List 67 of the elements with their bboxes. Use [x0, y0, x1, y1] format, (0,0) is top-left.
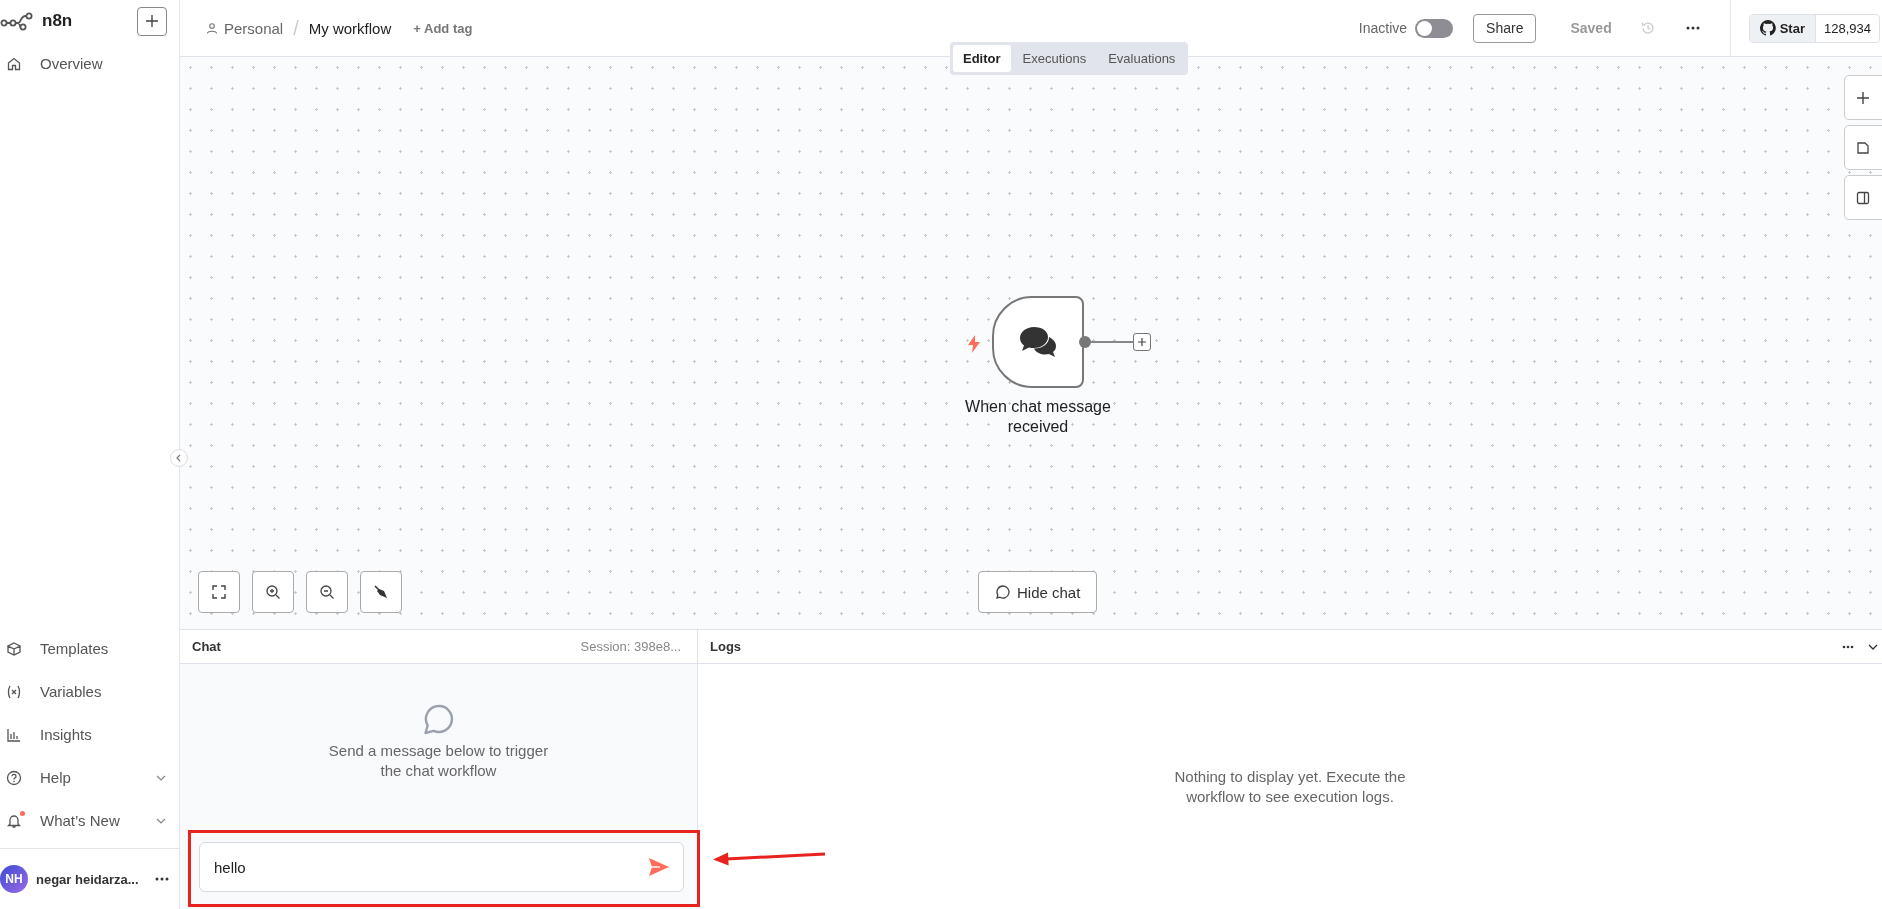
- view-tab[interactable]: Evaluations: [1098, 45, 1186, 72]
- zoom-in-button[interactable]: [252, 571, 294, 613]
- panel-title: Chat: [192, 639, 221, 654]
- workflow-name[interactable]: My workflow: [308, 19, 392, 37]
- bell-icon: [6, 812, 22, 829]
- node-label: When chat message received: [964, 397, 1112, 437]
- empty-logs-message: Nothing to display yet. Execute the workflow to see execution logs.: [1173, 766, 1407, 807]
- nav-item[interactable]: Insights: [0, 713, 179, 756]
- logo-icon: [0, 11, 34, 31]
- workflow-node[interactable]: [992, 296, 1084, 388]
- help-icon: [6, 769, 22, 786]
- hide-chat-button[interactable]: Hide chat: [978, 571, 1098, 613]
- connector-line: [1091, 341, 1133, 343]
- nav-item[interactable]: Help: [0, 756, 179, 799]
- more-icon[interactable]: [1842, 644, 1854, 649]
- chat-bubble-icon: [995, 584, 1011, 600]
- lightning-icon: [967, 335, 981, 353]
- send-icon[interactable]: [648, 857, 670, 877]
- zoom-out-icon: [319, 584, 335, 600]
- view-tab[interactable]: Executions: [1012, 45, 1097, 72]
- add-connection-button[interactable]: [1133, 333, 1151, 351]
- add-button[interactable]: [137, 6, 167, 36]
- add-tag-link[interactable]: + Add tag: [413, 20, 473, 36]
- chat-bubbles-icon: [1018, 325, 1058, 359]
- project-link[interactable]: Personal: [224, 19, 284, 37]
- github-icon: [1759, 20, 1776, 36]
- user-icon: [206, 22, 218, 34]
- logo-text: n8n: [42, 11, 74, 31]
- view-tab[interactable]: Editor: [953, 45, 1011, 72]
- message-input[interactable]: hello: [199, 842, 684, 892]
- nav-item[interactable]: What’s New: [0, 799, 179, 842]
- bar-chart-icon: [6, 726, 22, 743]
- fit-view-icon: [211, 584, 227, 600]
- star-count: 128,934: [1823, 19, 1872, 38]
- plus-icon: [1856, 90, 1870, 105]
- home-icon: [6, 55, 22, 72]
- github-star-button[interactable]: Star: [1749, 14, 1816, 42]
- nav-item[interactable]: Variables: [0, 670, 179, 713]
- box-icon: [6, 640, 22, 657]
- sticky-note-button[interactable]: [1844, 125, 1882, 170]
- chat-bubble-icon: [421, 702, 456, 737]
- nav-item[interactable]: Overview: [0, 42, 179, 85]
- panel-toggle-button[interactable]: [1844, 175, 1882, 220]
- plus-icon: [145, 14, 159, 28]
- plus-icon: [1137, 337, 1147, 347]
- zoom-in-icon: [265, 584, 281, 600]
- saved-status: Saved: [1570, 20, 1612, 36]
- panel-title: Logs: [710, 639, 742, 654]
- active-toggle[interactable]: [1415, 18, 1454, 38]
- status-label: Inactive: [1358, 20, 1408, 36]
- variables-icon: [6, 683, 22, 700]
- session-id: Session: 398e8...: [580, 639, 681, 654]
- user-name: negar heidarza...: [36, 871, 140, 887]
- nav-item[interactable]: Templates: [0, 627, 179, 670]
- fit-view-button[interactable]: [198, 571, 240, 613]
- broom-button[interactable]: [360, 571, 402, 613]
- more-icon[interactable]: [1685, 26, 1700, 30]
- chevron-left-icon: [175, 454, 183, 462]
- note-icon: [1856, 140, 1870, 155]
- share-button[interactable]: Share: [1473, 13, 1537, 43]
- zoom-out-button[interactable]: [306, 571, 348, 613]
- more-icon[interactable]: [155, 877, 169, 881]
- empty-chat-message: Send a message below to trigger the chat workflow: [327, 740, 550, 781]
- user-avatar[interactable]: NH: [0, 865, 28, 893]
- add-node-button[interactable]: [1844, 75, 1882, 120]
- breadcrumb-separator: /: [293, 16, 299, 40]
- side-panel-icon: [1856, 190, 1870, 205]
